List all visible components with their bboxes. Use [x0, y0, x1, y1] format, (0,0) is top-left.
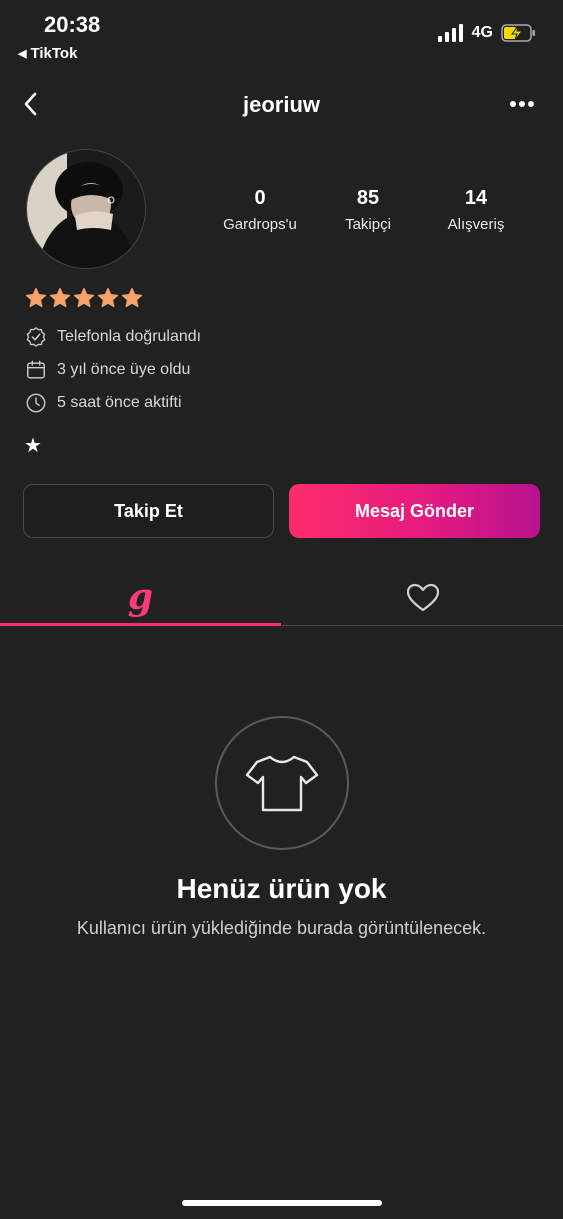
profile-stats: 0 Gardrops'u 85 Takipçi 14 Alışveriş [210, 187, 526, 233]
rating-star-icon [97, 287, 119, 308]
status-time: 20:38 [44, 12, 101, 37]
rating-star-icon [49, 287, 71, 308]
tab-wardrobe[interactable]: g [0, 570, 281, 626]
stat-wardrobe[interactable]: 0 Gardrops'u [210, 187, 310, 233]
follow-button[interactable]: Takip Et [23, 484, 274, 538]
home-indicator[interactable] [182, 1200, 382, 1206]
calendar-icon [27, 360, 45, 379]
info-text: 3 yıl önce üye oldu [57, 361, 191, 378]
heart-icon [406, 583, 439, 611]
verified-check-icon [26, 327, 46, 347]
tshirt-icon [245, 755, 319, 812]
empty-state-circle [215, 716, 349, 850]
stat-followers[interactable]: 85 Takipçi [318, 187, 418, 233]
back-triangle-icon: ◀ [18, 48, 27, 60]
battery-charging-icon [501, 24, 535, 42]
send-message-button[interactable]: Mesaj Gönder [289, 484, 540, 538]
stat-label: Takipçi [345, 216, 391, 233]
stat-label: Gardrops'u [223, 216, 297, 233]
page-title: jeoriuw [242, 92, 320, 117]
tab-likes[interactable] [282, 570, 563, 626]
back-app-label: TikTok [30, 45, 78, 62]
stat-value: 0 [254, 187, 266, 209]
bio-star: ★ [24, 435, 42, 457]
info-last-active: 5 saat önce aktifti [25, 392, 182, 414]
info-member-since: 3 yıl önce üye oldu [25, 359, 190, 381]
network-type: 4G [471, 24, 493, 41]
stat-label: Alışveriş [447, 216, 505, 233]
info-text: Telefonla doğrulandı [57, 328, 202, 345]
avatar[interactable] [26, 149, 146, 269]
rating-star-icon [73, 287, 95, 308]
info-phone-verified: Telefonla doğrulandı [25, 326, 201, 348]
stat-purchases[interactable]: 14 Alışveriş [426, 187, 526, 233]
info-text: 5 saat önce aktifti [57, 394, 182, 411]
empty-state-subtitle: Kullanıcı ürün yüklediğinde burada görün… [76, 918, 487, 938]
rating-star-icon [25, 287, 47, 308]
rating-stars[interactable] [25, 287, 143, 309]
signal-icon [437, 24, 463, 42]
avatar-photo [27, 150, 145, 268]
stat-value: 14 [464, 187, 488, 209]
empty-state-title: Henüz ürün yok [176, 873, 387, 904]
more-options-icon[interactable] [509, 100, 535, 108]
rating-star-icon [121, 287, 143, 308]
back-to-app-link[interactable]: ◀ TikTok [18, 45, 77, 62]
stat-value: 85 [356, 187, 380, 209]
clock-icon [26, 393, 46, 413]
wardrobe-g-icon: g [127, 575, 154, 618]
status-indicators: 4G [437, 24, 537, 42]
